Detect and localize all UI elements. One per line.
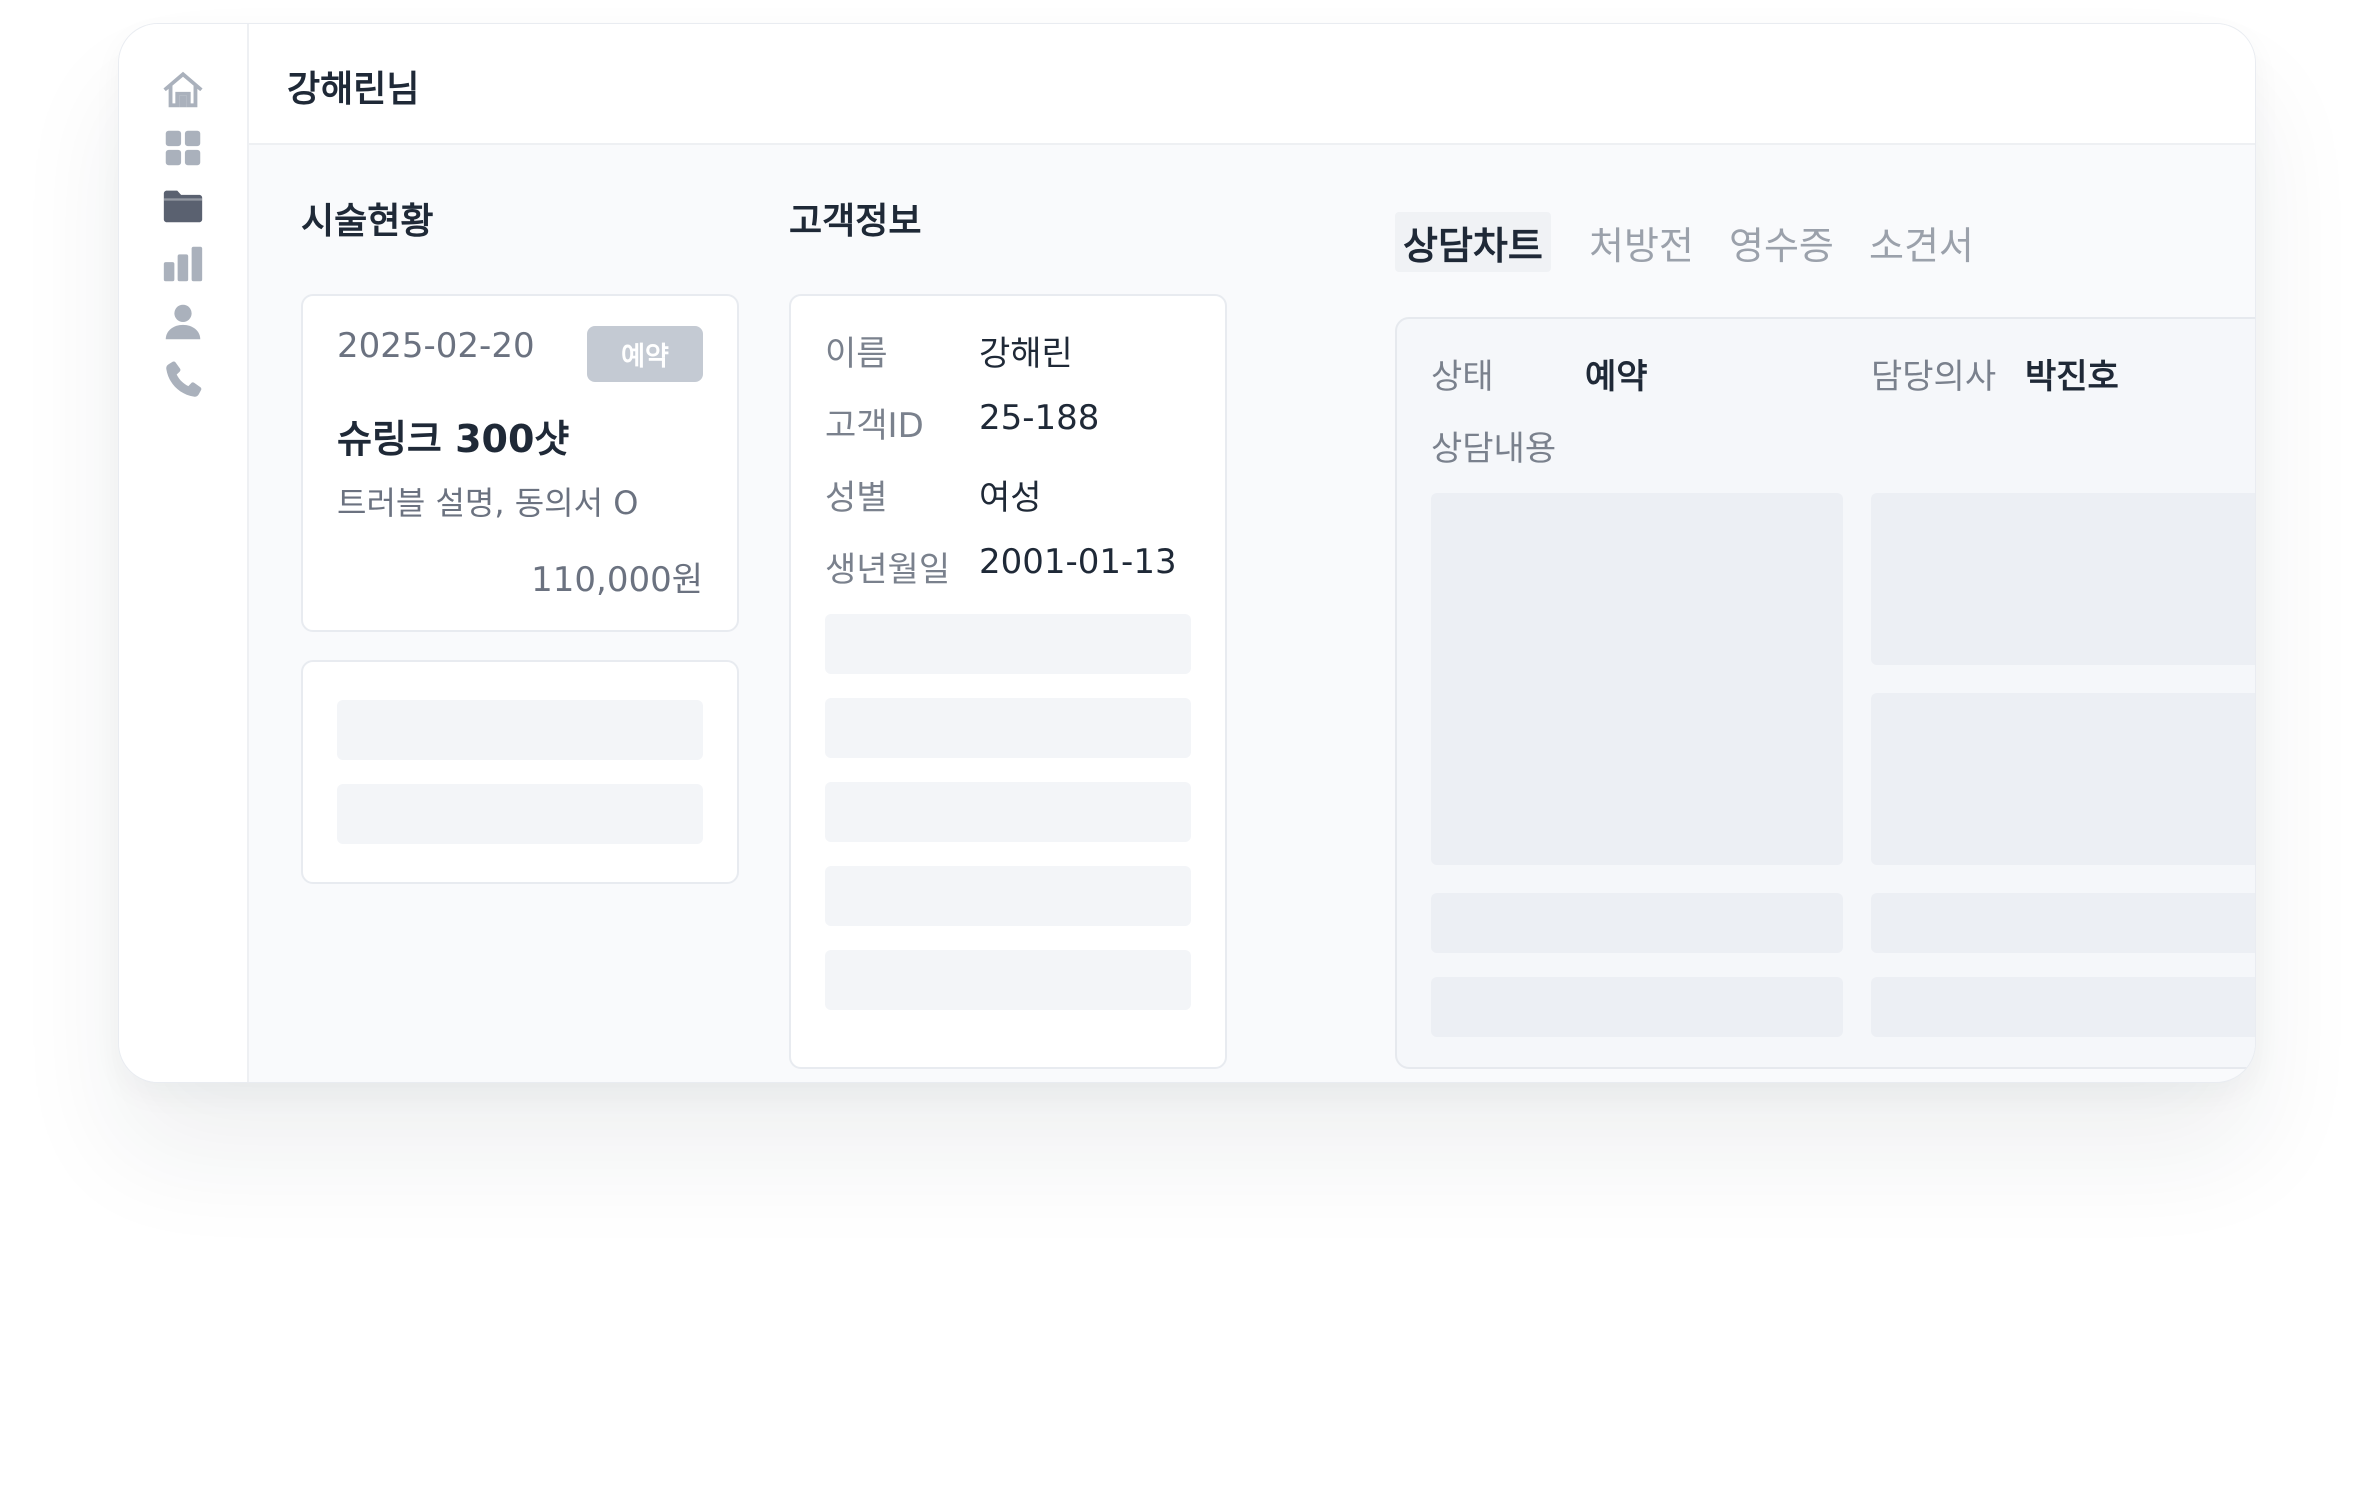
grid-icon[interactable] <box>155 120 211 176</box>
customer-birthdate-label: 생년월일 <box>825 550 951 590</box>
skeleton-block <box>1431 493 1843 865</box>
skeleton-line <box>1871 893 2255 953</box>
person-icon[interactable] <box>155 294 211 350</box>
treatment-date: 2025-02-20 <box>337 326 535 366</box>
skeleton-line <box>1431 977 1843 1037</box>
tab-consultation-chart[interactable]: 상담차트 <box>1395 212 1551 272</box>
skeleton-line <box>1431 893 1843 953</box>
treatment-card[interactable]: 2025-02-20 예약 슈링크 300샷 트러블 설명, 동의서 O 110… <box>301 294 739 632</box>
skeleton-line <box>825 866 1191 926</box>
sidebar <box>119 24 249 1082</box>
skeleton-block <box>1871 693 2255 865</box>
home-icon[interactable] <box>155 62 211 118</box>
treatment-price: 110,000원 <box>531 560 703 600</box>
customer-birthdate-value: 2001-01-13 <box>979 542 1177 582</box>
customer-name-label: 이름 <box>825 334 888 374</box>
status-label: 상태 <box>1431 357 1494 397</box>
customer-info-card: 이름 강해린 고객ID 25-188 성별 여성 생년월일 2001-01-13 <box>789 294 1227 1069</box>
treatment-name: 슈링크 300샷 <box>337 417 570 461</box>
status-badge: 예약 <box>587 326 703 382</box>
doctor-value: 박진호 <box>2025 357 2119 397</box>
phone-icon[interactable] <box>155 352 211 408</box>
customer-gender-label: 성별 <box>825 478 888 518</box>
skeleton-line <box>337 700 703 760</box>
skeleton-line <box>825 950 1191 1010</box>
treatment-section-title: 시술현황 <box>301 201 434 242</box>
skeleton-line <box>1871 977 2255 1037</box>
doctor-label: 담당의사 <box>1871 357 1997 397</box>
bar-chart-icon[interactable] <box>155 236 211 292</box>
skeleton-line <box>825 782 1191 842</box>
folder-icon[interactable] <box>155 178 211 234</box>
customer-id-label: 고객ID <box>825 406 924 446</box>
treatment-card-placeholder <box>301 660 739 884</box>
skeleton-line <box>337 784 703 844</box>
top-bar: 강해린님 <box>249 24 2255 145</box>
tab-prescription[interactable]: 처방전 <box>1581 212 1702 272</box>
status-value: 예약 <box>1585 357 1648 397</box>
consultation-chart-card: 상태 예약 담당의사 박진호 상담내용 <box>1395 317 2255 1069</box>
tab-medical-opinion[interactable]: 소견서 <box>1861 212 1982 272</box>
skeleton-line <box>825 698 1191 758</box>
skeleton-block <box>1871 493 2255 665</box>
tab-receipt[interactable]: 영수증 <box>1721 212 1842 272</box>
app-window: 강해린님 시술현황 2025-02-20 예약 슈링크 300샷 트러블 설명,… <box>118 23 2256 1083</box>
consultation-content-label: 상담내용 <box>1431 429 1557 469</box>
customer-section-title: 고객정보 <box>789 201 922 242</box>
skeleton-line <box>825 614 1191 674</box>
page-title: 강해린님 <box>287 69 420 110</box>
customer-name-value: 강해린 <box>979 334 1073 374</box>
customer-id-value: 25-188 <box>979 398 1100 438</box>
customer-gender-value: 여성 <box>979 478 1042 518</box>
treatment-description: 트러블 설명, 동의서 O <box>337 484 639 522</box>
